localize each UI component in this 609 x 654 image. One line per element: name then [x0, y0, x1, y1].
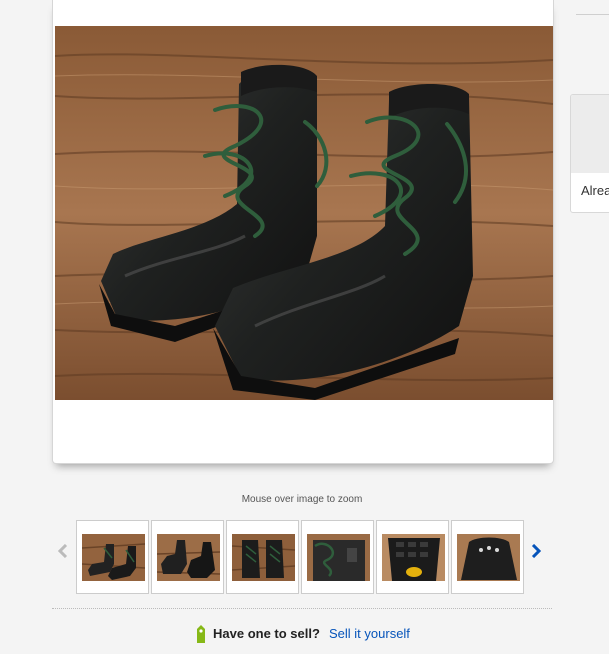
thumbnail-image	[457, 534, 520, 581]
side-panel-card: Alrea	[570, 94, 609, 213]
sell-it-yourself-link[interactable]: Sell it yourself	[329, 626, 410, 641]
thumbnail-6[interactable]	[451, 520, 524, 594]
chevron-right-icon[interactable]	[531, 543, 542, 563]
thumbnail-2[interactable]	[151, 520, 224, 594]
thumbnail-image	[307, 534, 370, 581]
thumbnail-image	[232, 534, 295, 581]
thumbnail-1[interactable]	[76, 520, 149, 594]
top-divider	[576, 14, 609, 15]
thumbnail-4[interactable]	[301, 520, 374, 594]
zoom-hint: Mouse over image to zoom	[241, 494, 363, 505]
price-tag-icon	[194, 625, 208, 646]
thumbnail-3[interactable]	[226, 520, 299, 594]
thumbnail-5[interactable]	[376, 520, 449, 594]
thumbnail-image	[82, 534, 145, 581]
chevron-left-icon[interactable]	[57, 543, 68, 563]
divider	[52, 608, 552, 609]
thumbnail-image	[382, 534, 445, 581]
main-image-frame[interactable]	[52, 0, 554, 464]
side-panel-header	[571, 95, 609, 173]
main-product-image[interactable]	[55, 26, 553, 400]
thumbnail-image	[157, 534, 220, 581]
sell-question: Have one to sell?	[213, 626, 320, 641]
side-panel-text: Alrea	[581, 183, 609, 198]
